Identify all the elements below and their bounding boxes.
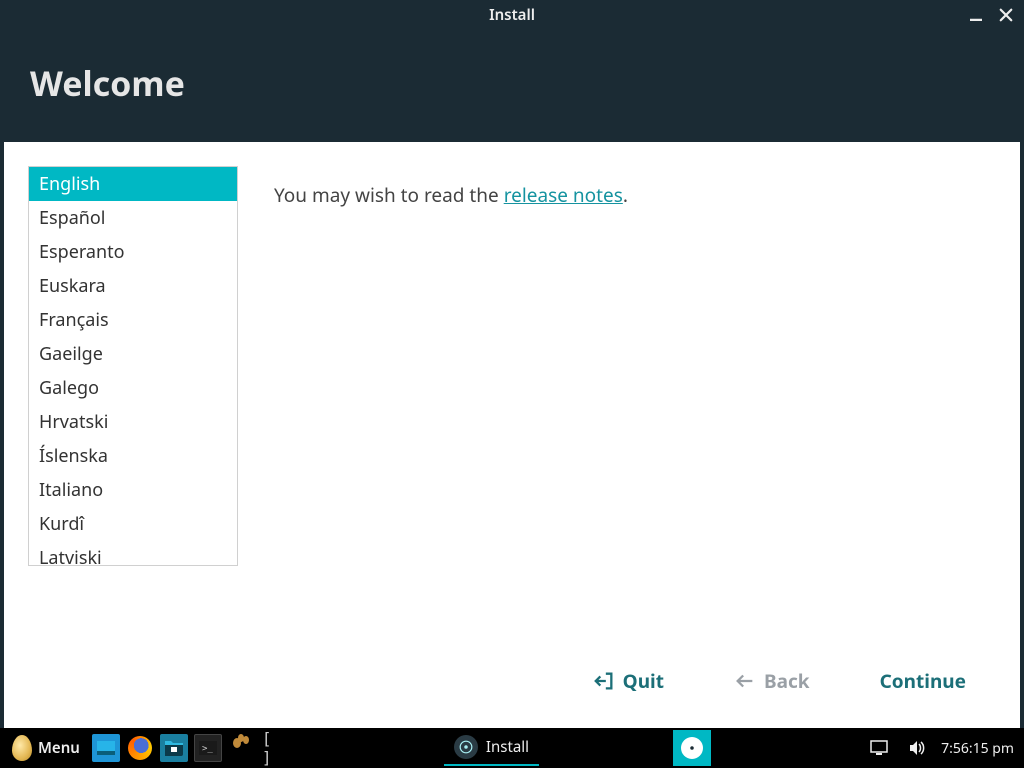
footer-buttons: Quit Back Continue xyxy=(28,648,996,704)
firefox-icon[interactable] xyxy=(126,734,154,762)
continue-label: Continue xyxy=(880,668,966,694)
release-notes-link[interactable]: release notes xyxy=(504,182,623,208)
continue-button[interactable]: Continue xyxy=(880,668,966,694)
paw-icon[interactable] xyxy=(228,734,256,762)
language-option[interactable]: Íslenska xyxy=(29,439,237,473)
install-task-icon xyxy=(454,735,478,759)
quit-icon xyxy=(593,670,615,692)
volume-tray-icon[interactable] xyxy=(903,734,931,762)
quit-button[interactable]: Quit xyxy=(593,668,664,694)
language-option[interactable]: Gaeilge xyxy=(29,337,237,371)
task-label: Install xyxy=(486,737,529,757)
info-prefix: You may wish to read the xyxy=(274,182,504,208)
window-title: Install xyxy=(489,5,535,25)
back-label: Back xyxy=(764,668,810,694)
workspace-switcher[interactable]: [ ] xyxy=(262,734,290,762)
language-option[interactable]: Français xyxy=(29,303,237,337)
language-option[interactable]: Latviski xyxy=(29,541,237,566)
language-option[interactable]: Hrvatski xyxy=(29,405,237,439)
close-button[interactable] xyxy=(996,5,1016,25)
file-manager-icon[interactable] xyxy=(160,734,188,762)
info-suffix: . xyxy=(623,182,628,208)
window-controls xyxy=(966,0,1016,30)
taskbar-left: Menu >_ [ ] xyxy=(0,734,290,762)
minimize-button[interactable] xyxy=(966,5,986,25)
taskbar-task-secondary[interactable] xyxy=(673,730,711,766)
main-row: EnglishEspañolEsperantoEuskaraFrançaisGa… xyxy=(28,166,996,648)
quit-label: Quit xyxy=(623,668,664,694)
page-title: Welcome xyxy=(30,60,994,106)
language-option[interactable]: English xyxy=(29,167,237,201)
language-option[interactable]: Esperanto xyxy=(29,235,237,269)
language-option[interactable]: Euskara xyxy=(29,269,237,303)
language-list[interactable]: EnglishEspañolEsperantoEuskaraFrançaisGa… xyxy=(28,166,238,566)
distro-logo-icon xyxy=(12,735,32,761)
installer-window: Install Welcome EnglishEspañolEsperantoE… xyxy=(0,0,1024,728)
taskbar-task-install[interactable]: Install xyxy=(444,730,539,766)
header: Welcome xyxy=(0,30,1024,142)
language-option[interactable]: Kurdî xyxy=(29,507,237,541)
display-tray-icon[interactable] xyxy=(865,734,893,762)
svg-text:>_: >_ xyxy=(202,744,213,754)
info-text: You may wish to read the release notes. xyxy=(274,166,996,648)
taskbar: Menu >_ [ ] Install xyxy=(0,728,1024,768)
taskbar-center: Install xyxy=(290,730,865,766)
content-area: EnglishEspañolEsperantoEuskaraFrançaisGa… xyxy=(4,142,1020,728)
titlebar[interactable]: Install xyxy=(0,0,1024,30)
back-button: Back xyxy=(734,668,810,694)
clock[interactable]: 7:56:15 pm xyxy=(941,739,1014,758)
show-desktop-icon[interactable] xyxy=(92,734,120,762)
secondary-task-icon xyxy=(681,737,703,759)
menu-label: Menu xyxy=(38,738,80,758)
language-option[interactable]: Galego xyxy=(29,371,237,405)
back-arrow-icon xyxy=(734,670,756,692)
language-option[interactable]: Español xyxy=(29,201,237,235)
terminal-icon[interactable]: >_ xyxy=(194,734,222,762)
taskbar-right: 7:56:15 pm xyxy=(865,734,1024,762)
language-option[interactable]: Italiano xyxy=(29,473,237,507)
menu-button[interactable]: Menu xyxy=(6,735,86,761)
